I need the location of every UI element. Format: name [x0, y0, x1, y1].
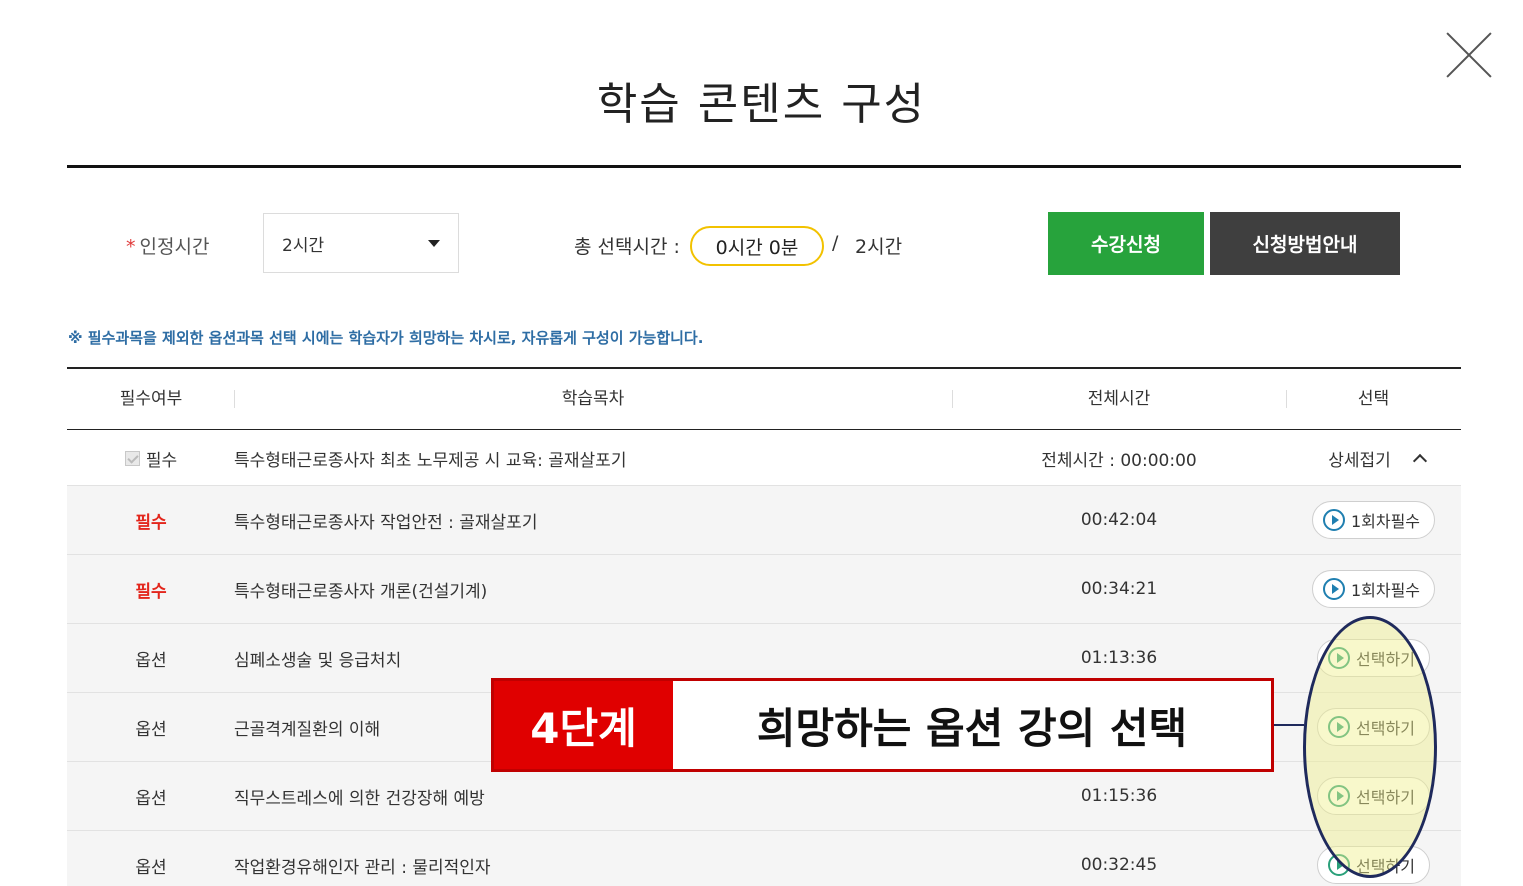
caret-down-icon [428, 239, 440, 247]
play-icon [1328, 716, 1351, 738]
step-callout: 4단계 희망하는 옵션 강의 선택 [491, 678, 1274, 772]
required-session-label: 1회차필수 [1350, 512, 1421, 531]
row-time: 00:32:45 [1080, 855, 1158, 875]
row-title: 직무스트레스에 의한 건강장해 예방 [234, 788, 485, 809]
select-option-button[interactable]: 선택하기 [1317, 846, 1430, 884]
row-option-type: 옵션 [135, 857, 167, 878]
required-session-button[interactable]: 1회차필수 [1311, 501, 1436, 539]
required-checkbox [124, 450, 140, 466]
row-title: 특수형태근로종사자 개론(건설기계) [234, 581, 488, 602]
select-option-button[interactable]: 선택하기 [1317, 777, 1430, 815]
group-required-label: 필수 [145, 450, 178, 471]
required-session-button[interactable]: 1회차필수 [1311, 570, 1436, 608]
group-title: 특수형태근로종사자 최초 노무제공 시 교육: 골재살포기 [234, 450, 627, 471]
callout-connector [1274, 724, 1304, 726]
row-option-type: 옵션 [135, 719, 167, 740]
table-row: 옵션 직무스트레스에 의한 건강장해 예방 01:15:36 선택하기 [67, 762, 1461, 831]
modal-title: 학습 콘텐츠 구성 [596, 79, 927, 130]
row-select-cell: 선택하기 [1286, 693, 1461, 761]
credit-hours-label-text: 인정시간 [139, 236, 210, 258]
title-divider [67, 165, 1461, 168]
callout-step-label: 4단계 [494, 681, 673, 769]
row-time: 01:15:36 [1080, 786, 1158, 806]
row-option-type: 옵션 [135, 788, 167, 809]
callout-text: 희망하는 옵션 강의 선택 [756, 703, 1188, 753]
play-icon [1328, 785, 1351, 807]
chevron-up-icon [1412, 453, 1427, 468]
table-row: 필수 특수형태근로종사자 작업안전 : 골재살포기 00:42:04 1회차필수 [67, 486, 1461, 555]
row-required-type: 필수 [135, 581, 167, 602]
group-total-time: 전체시간 : 00:00:00 [1041, 450, 1197, 471]
notice-text: ※ 필수과목을 제외한 옵션과목 선택 시에는 학습자가 희망하는 차시로, 자… [68, 329, 704, 347]
row-title: 특수형태근로종사자 작업안전 : 골재살포기 [234, 512, 538, 533]
apply-button[interactable]: 수강신청 [1048, 212, 1204, 275]
group-required-cell: 필수 [67, 431, 235, 485]
fold-details-label: 상세접기 [1328, 450, 1391, 471]
play-icon [1322, 509, 1345, 531]
required-mark: * [126, 236, 136, 258]
credit-hours-select[interactable]: 2시간 [263, 213, 459, 273]
row-select-cell: 선택하기 [1286, 831, 1461, 886]
select-option-label: 선택하기 [1356, 857, 1415, 876]
row-select-cell: 1회차필수 [1286, 555, 1461, 623]
row-time: 00:34:21 [1080, 579, 1158, 599]
select-option-button[interactable]: 선택하기 [1317, 708, 1430, 746]
select-option-button[interactable]: 선택하기 [1317, 639, 1430, 677]
table-row: 필수 특수형태근로종사자 개론(건설기계) 00:34:21 1회차필수 [67, 555, 1461, 624]
header-contents: 학습목차 [561, 389, 625, 409]
total-selected-label: 총 선택시간 : [574, 236, 680, 258]
row-select-cell: 선택하기 [1286, 624, 1461, 692]
row-required-type: 필수 [135, 512, 167, 533]
play-icon [1328, 854, 1351, 876]
row-title: 작업환경유해인자 관리 : 물리적인자 [234, 857, 491, 878]
course-group-row: 필수 특수형태근로종사자 최초 노무제공 시 교육: 골재살포기 전체시간 : … [67, 431, 1461, 486]
select-option-label: 선택하기 [1356, 788, 1415, 807]
row-select-cell: 선택하기 [1286, 762, 1461, 830]
application-guide-button[interactable]: 신청방법안내 [1210, 212, 1400, 275]
table-row: 옵션 작업환경유해인자 관리 : 물리적인자 00:32:45 선택하기 [67, 831, 1461, 886]
header-required: 필수여부 [119, 389, 183, 409]
header-select: 선택 [1357, 389, 1390, 409]
total-separator: / [832, 232, 839, 254]
row-select-cell: 1회차필수 [1286, 486, 1461, 554]
play-icon [1322, 578, 1345, 600]
select-option-label: 선택하기 [1356, 719, 1415, 738]
credit-hours-label: * 인정시간 [126, 232, 209, 259]
play-icon [1328, 647, 1351, 669]
select-option-label: 선택하기 [1356, 650, 1415, 669]
total-max-hours: 2시간 [855, 236, 903, 258]
total-selected-value: 0시간 0분 [690, 226, 824, 266]
row-option-type: 옵션 [135, 650, 167, 671]
required-session-label: 1회차필수 [1350, 581, 1421, 600]
row-time: 00:42:04 [1080, 510, 1158, 530]
credit-hours-value: 2시간 [282, 235, 325, 256]
header-total-time: 전체시간 [1087, 389, 1151, 409]
table-header: 필수여부 학습목차 전체시간 선택 [67, 369, 1461, 430]
group-fold-cell: 상세접기 [1286, 431, 1461, 485]
fold-details-button[interactable]: 상세접기 [1328, 446, 1427, 471]
